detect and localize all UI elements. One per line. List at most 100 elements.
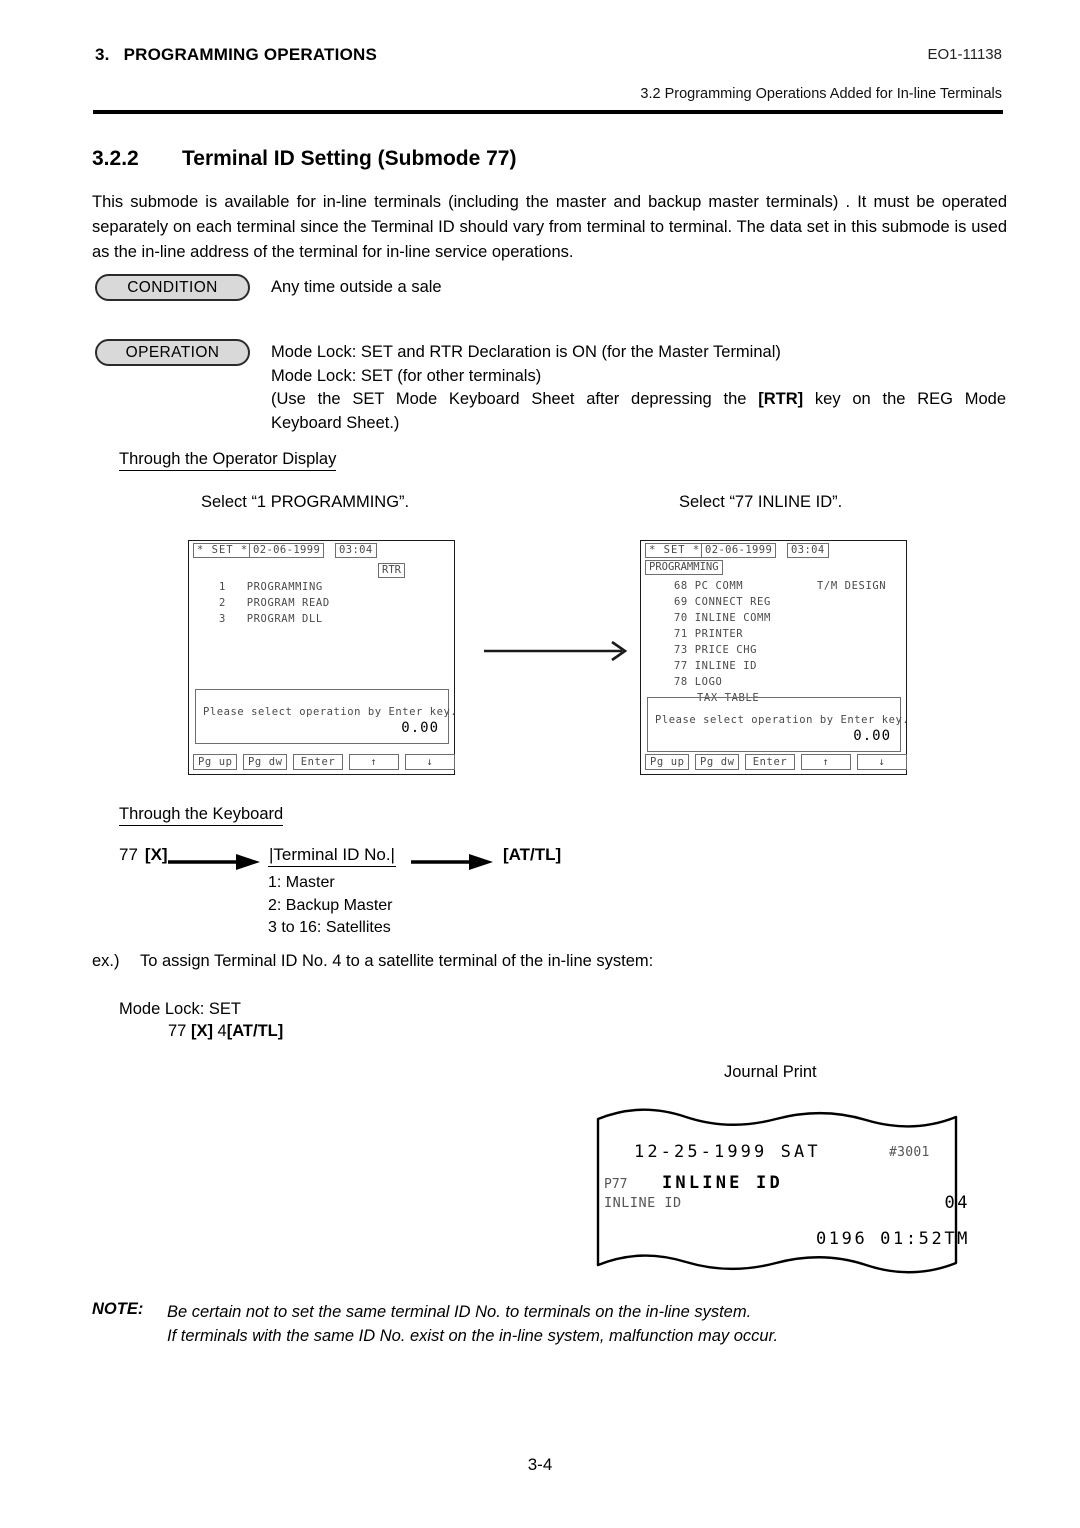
lcd-right-key-arrow-down[interactable]: ↓	[857, 754, 907, 770]
lcd-right-menu-index-6: 78	[674, 676, 688, 688]
lcd-right-menu-label-3: PRINTER	[694, 628, 744, 640]
journal-print-receipt: 12-25-1999 SAT #3001 P77 INLINE ID INLIN…	[594, 1105, 986, 1277]
operation-text: Mode Lock: SET and RTR Declaration is ON…	[271, 341, 1011, 435]
example-key-attl: [AT/TL]	[226, 1022, 284, 1040]
operation-line-3-pre: (Use the SET Mode Keyboard Sheet after d…	[271, 390, 759, 408]
header-chapter: 3. PROGRAMMING OPERATIONS	[95, 45, 377, 65]
intro-paragraph: This submode is available for in-line te…	[92, 193, 1007, 261]
lcd-left-menu-index-0: 1	[219, 581, 226, 593]
lcd-right-menu-label-1: CONNECT REG	[694, 596, 771, 608]
lcd-right-mode: * SET *	[645, 543, 705, 558]
lcd-right-key-pg-dw[interactable]: Pg dw	[695, 754, 739, 770]
condition-text: Any time outside a sale	[271, 278, 442, 296]
example-key-value: 4	[217, 1022, 227, 1040]
terminal-id-option-2: 3 to 16: Satellites	[268, 919, 391, 936]
receipt-date: 12-25-1999 SAT	[634, 1142, 821, 1162]
lcd-screen-left: * SET * 02-06-1999 03:04 RTR 1 PROGRAMMI…	[188, 540, 457, 775]
note-line-2: If terminals with the same ID No. exist …	[167, 1327, 779, 1345]
keyboard-subhead: Through the Keyboard	[119, 805, 284, 826]
receipt-item-value: 04	[944, 1193, 970, 1213]
lcd-left-key-row: Pg up Pg dw Enter ↑ ↓	[193, 754, 455, 770]
note-line-1: Be certain not to set the same terminal …	[167, 1303, 752, 1321]
lcd-left-message-box: Please select operation by Enter key. 0.…	[195, 689, 457, 744]
lcd-left-menu-item-1[interactable]: 2 PROGRAM READ	[219, 596, 330, 610]
header-divider	[93, 110, 1003, 114]
condition-badge: CONDITION	[95, 274, 250, 301]
lcd-left-key-arrow-down[interactable]: ↓	[405, 754, 455, 770]
example-mode-lock: Mode Lock: SET	[119, 1000, 241, 1018]
lcd-screen-right: * SET * 02-06-1999 03:04 PROGRAMMING 68 …	[640, 540, 910, 775]
lcd-right-menu-item-2[interactable]: 70 INLINE COMM	[674, 611, 771, 625]
lcd-right-key-pg-up[interactable]: Pg up	[645, 754, 689, 770]
page-number: 3-4	[527, 1455, 553, 1474]
lcd-left-menu-label-1: PROGRAM READ	[246, 597, 330, 609]
lcd-right-date: 02-06-1999	[701, 543, 777, 558]
lcd-left-topbar: * SET * 02-06-1999 03:04 RTR	[189, 541, 454, 578]
operation-line-3: (Use the SET Mode Keyboard Sheet after d…	[271, 388, 1006, 412]
receipt-title: INLINE ID	[662, 1173, 783, 1193]
lcd-left-date: 02-06-1999	[249, 543, 325, 558]
section-number: 3.2.2	[92, 147, 139, 170]
lcd-left-menu-label-0: PROGRAMMING	[246, 581, 323, 593]
lcd-right-menu-item-0[interactable]: 68 PC COMM	[674, 579, 743, 593]
keyboard-arrow-2-icon	[411, 853, 495, 876]
note-body: Be certain not to set the same terminal …	[167, 1300, 778, 1348]
operation-line-3-post: key on the REG Mode	[803, 390, 1007, 408]
lcd-right-breadcrumb: PROGRAMMING	[645, 560, 723, 575]
keyboard-step-2: |Terminal ID No.|	[268, 845, 396, 867]
lcd-right-message: Please select operation by Enter key.	[655, 714, 910, 726]
keyboard-step-1: 77 [X]	[119, 845, 168, 865]
lcd-right-menu-item-1[interactable]: 69 CONNECT REG	[674, 595, 771, 609]
lcd-left-menu-index-1: 2	[219, 597, 226, 609]
lcd-right-menu-index-4: 73	[674, 644, 688, 656]
lcd-right-menu-index-0: 68	[674, 580, 688, 592]
lcd-right-menu-item-6[interactable]: 78 LOGO	[674, 675, 722, 689]
lcd-left-menu-label-2: PROGRAM DLL	[246, 613, 323, 625]
lcd-right-menu-label-5: INLINE ID	[694, 660, 758, 672]
lcd-left-message: Please select operation by Enter key.	[203, 706, 458, 718]
keyboard-step-1-number: 77	[119, 845, 138, 864]
lcd-right-menu-item-3[interactable]: 71 PRINTER	[674, 627, 743, 641]
operation-badge: OPERATION	[95, 339, 250, 366]
rtr-key-label: [RTR]	[758, 390, 804, 408]
receipt-register-number: #3001	[889, 1145, 930, 1160]
receipt-item-label: INLINE ID	[604, 1195, 682, 1211]
lcd-right-menu-index-3: 71	[674, 628, 688, 640]
lcd-right-menu-item-4[interactable]: 73 PRICE CHG	[674, 643, 757, 657]
lcd-right-key-row: Pg up Pg dw Enter ↑ ↓	[645, 754, 907, 770]
lcd-right-key-arrow-up[interactable]: ↑	[801, 754, 851, 770]
lcd-left-menu-item-0[interactable]: 1 PROGRAMMING	[219, 580, 323, 594]
lcd-right-time: 03:04	[787, 543, 829, 558]
header-section-ref: 3.2 Programming Operations Added for In-…	[640, 86, 1002, 102]
lcd-right-menu-label-4: PRICE CHG	[694, 644, 758, 656]
terminal-id-option-1: 2: Backup Master	[268, 896, 393, 914]
lcd-left-key-arrow-up[interactable]: ↑	[349, 754, 399, 770]
note-label: NOTE:	[92, 1300, 144, 1318]
journal-print-label: Journal Print	[724, 1063, 817, 1081]
lcd-left-key-pg-dw[interactable]: Pg dw	[243, 754, 287, 770]
lcd-right-topbar: * SET * 02-06-1999 03:04 PROGRAMMING	[641, 541, 906, 575]
lcd-right-menu-label-0: PC COMM	[694, 580, 744, 592]
header-chapter-title: PROGRAMMING OPERATIONS	[123, 45, 378, 64]
lcd-left-key-pg-up[interactable]: Pg up	[193, 754, 237, 770]
lcd-right-amount: 0.00	[853, 728, 891, 744]
example-text: To assign Terminal ID No. 4 to a satelli…	[140, 952, 654, 970]
receipt-outline	[596, 1108, 958, 1274]
header-doc-code: EO1-11138	[927, 46, 1003, 63]
receipt-program-code: P77	[604, 1177, 628, 1192]
section-title: Terminal ID Setting (Submode 77)	[182, 147, 517, 170]
lcd-right-menu-label-2: INLINE COMM	[694, 612, 771, 624]
example-key-x: [X]	[190, 1022, 213, 1040]
lcd-right-menu-item-5[interactable]: 77 INLINE ID	[674, 659, 757, 673]
select-right-caption: Select “77 INLINE ID”.	[679, 493, 843, 511]
lcd-right-menu-label-6: LOGO	[694, 676, 723, 688]
lcd-right-key-enter[interactable]: Enter	[745, 754, 795, 770]
operation-line-4: Keyboard Sheet.)	[271, 413, 400, 432]
lcd-left-rtr-indicator: RTR	[378, 563, 405, 578]
lcd-left-menu-item-2[interactable]: 3 PROGRAM DLL	[219, 612, 323, 626]
terminal-id-list: 1: Master 2: Backup Master 3 to 16: Sate…	[268, 872, 393, 940]
lcd-left-menu-index-2: 3	[219, 613, 226, 625]
lcd-left-key-enter[interactable]: Enter	[293, 754, 343, 770]
lcd-right-menu-note-0: T/M DESIGN	[817, 580, 887, 592]
lcd-right-menu-index-2: 70	[674, 612, 688, 624]
